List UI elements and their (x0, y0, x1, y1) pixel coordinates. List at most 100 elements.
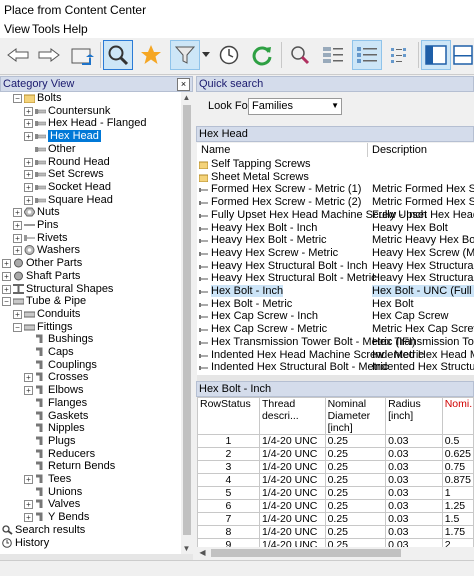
table-cell[interactable]: 6 (197, 499, 260, 513)
detail-view-icon[interactable] (352, 40, 382, 70)
compact-view-icon[interactable] (386, 40, 416, 70)
list-item[interactable]: Heavy Hex Screw - Metric Heavy Hex Screw … (197, 247, 474, 260)
list-item[interactable]: Heavy Hex Structural Bolt - Inch Heavy He… (197, 260, 474, 273)
back-arrow-icon[interactable] (3, 40, 33, 70)
expand-icon[interactable]: + (24, 195, 33, 205)
list-item[interactable]: Hex Bolt - Metric Hex Bolt (197, 298, 474, 311)
table-cell[interactable]: 1.25 (441, 499, 474, 513)
table-row[interactable]: 2 1/4-20 UNC 0.25 0.03 0.625 (197, 447, 474, 461)
table-cell[interactable]: 8 (197, 525, 260, 539)
tree-scrollbar[interactable]: ▲ ▼ (181, 92, 193, 554)
table-cell[interactable]: 1.5 (441, 512, 474, 526)
table-cell[interactable]: 1/4-20 UNC (258, 434, 326, 448)
table-cell[interactable]: 0.03 (385, 473, 443, 487)
expand-icon[interactable]: + (13, 233, 22, 243)
table-cell[interactable]: 0.5 (441, 434, 474, 448)
table-cell[interactable]: 2 (197, 447, 260, 461)
dropdown-arrow-icon[interactable] (199, 40, 213, 70)
expand-icon[interactable]: + (2, 259, 11, 269)
forward-arrow-icon[interactable] (34, 40, 64, 70)
expand-icon[interactable]: + (13, 246, 22, 256)
expand-icon[interactable]: + (24, 119, 33, 129)
table-cell[interactable]: 0.25 (324, 525, 387, 539)
search-icon[interactable] (103, 40, 133, 70)
expand-icon[interactable]: + (24, 132, 33, 142)
list-view-icon[interactable] (318, 40, 348, 70)
expand-icon[interactable]: + (13, 309, 22, 319)
folder-up-icon[interactable] (67, 40, 97, 70)
scroll-up-icon[interactable]: ▲ (181, 92, 192, 103)
expand-icon[interactable]: + (24, 475, 33, 484)
collapse-icon[interactable]: − (13, 94, 22, 103)
list-item[interactable]: Formed Hex Screw - Metric (2) Metric Form… (197, 196, 474, 209)
scroll-thumb[interactable] (183, 105, 191, 535)
table-cell[interactable]: 3 (197, 460, 260, 474)
list-item[interactable]: Heavy Hex Bolt - Metric Metric Heavy Hex … (197, 234, 474, 247)
table-row[interactable]: 4 1/4-20 UNC 0.25 0.03 0.875 (197, 473, 474, 487)
look-for-select[interactable]: Families ▼ (248, 98, 342, 115)
tree-pane-icon[interactable] (421, 40, 451, 70)
table-cell[interactable]: 0.25 (324, 486, 387, 500)
expand-icon[interactable]: + (24, 386, 33, 396)
table-row[interactable]: 3 1/4-20 UNC 0.25 0.03 0.75 (197, 460, 474, 474)
expand-icon[interactable]: + (13, 208, 22, 218)
expand-icon[interactable]: + (13, 221, 22, 230)
table-row[interactable]: 1 1/4-20 UNC 0.25 0.03 0.5 (197, 434, 474, 448)
table-cell[interactable]: 1/4-20 UNC (258, 499, 326, 513)
table-column-header[interactable]: Nominal Diameter [inch] (324, 397, 387, 435)
table-cell[interactable]: 1/4-20 UNC (258, 486, 326, 500)
expand-icon[interactable]: + (24, 182, 33, 192)
table-cell[interactable]: 1 (197, 434, 260, 448)
table-cell[interactable]: 0.25 (324, 499, 387, 513)
table-cell[interactable]: 7 (197, 512, 260, 526)
filter-icon[interactable] (170, 40, 200, 70)
table-cell[interactable]: 1/4-20 UNC (258, 447, 326, 461)
list-item[interactable]: Hex Transmission Tower Bolt - Metric (IF… (197, 336, 474, 349)
table-cell[interactable]: 0.25 (324, 434, 387, 448)
expand-icon[interactable]: + (24, 157, 33, 167)
table-cell[interactable]: 1.75 (441, 525, 474, 539)
expand-icon[interactable]: + (2, 284, 11, 294)
table-cell[interactable]: 1 (441, 486, 474, 500)
menu-tools[interactable]: Tools (32, 22, 60, 36)
table-column-header[interactable]: RowStatus (197, 397, 260, 435)
table-cell[interactable]: 0.75 (441, 460, 474, 474)
table-cell[interactable]: 0.03 (385, 512, 443, 526)
table-row[interactable]: 6 1/4-20 UNC 0.25 0.03 1.25 (197, 499, 474, 513)
collapse-icon[interactable]: − (13, 322, 22, 332)
list-item[interactable]: Heavy Hex Structural Bolt - Metric Heavy … (197, 272, 474, 285)
table-column-header[interactable]: Nomi... (441, 397, 474, 435)
table-cell[interactable]: 0.03 (385, 447, 443, 461)
expand-icon[interactable]: + (24, 106, 33, 116)
list-item[interactable]: Indented Hex Head Machine Screw - Metric… (197, 349, 474, 362)
list-item[interactable]: Hex Cap Screw - Inch Hex Cap Screw (197, 310, 474, 323)
close-icon[interactable]: × (177, 78, 190, 91)
table-cell[interactable]: 1/4-20 UNC (258, 460, 326, 474)
table-row[interactable]: 8 1/4-20 UNC 0.25 0.03 1.75 (197, 525, 474, 539)
table-cell[interactable]: 0.25 (324, 460, 387, 474)
table-hscrollbar[interactable]: ◀ (197, 547, 474, 559)
refresh-icon[interactable] (247, 40, 277, 70)
expand-icon[interactable]: + (24, 500, 33, 510)
column-name[interactable]: Name (201, 144, 230, 156)
table-cell[interactable]: 0.03 (385, 434, 443, 448)
expand-icon[interactable]: + (24, 170, 33, 180)
scroll-thumb[interactable] (211, 549, 401, 557)
table-cell[interactable]: 1/4-20 UNC (258, 525, 326, 539)
expand-icon[interactable]: + (24, 373, 33, 383)
table-cell[interactable]: 0.03 (385, 460, 443, 474)
list-item[interactable]: Self Tapping Screws (197, 158, 474, 171)
table-column-header[interactable]: Thread descri... (258, 397, 326, 435)
list-item[interactable]: Sheet Metal Screws (197, 171, 474, 184)
scroll-left-icon[interactable]: ◀ (197, 547, 208, 558)
list-item[interactable]: Fully Upset Hex Head Machine Screw - Inc… (197, 209, 474, 222)
list-item[interactable]: Indented Hex Structural Bolt - Metric Ind… (197, 361, 474, 374)
column-description[interactable]: Description (372, 144, 427, 156)
table-cell[interactable]: 0.03 (385, 525, 443, 539)
list-item[interactable]: Hex Cap Screw - Metric Metric Hex Cap Scr… (197, 323, 474, 336)
table-cell[interactable]: 0.875 (441, 473, 474, 487)
scroll-down-icon[interactable]: ▼ (181, 543, 192, 554)
table-row[interactable]: 5 1/4-20 UNC 0.25 0.03 1 (197, 486, 474, 500)
table-row[interactable]: 7 1/4-20 UNC 0.25 0.03 1.5 (197, 512, 474, 526)
history-clock-icon[interactable] (214, 40, 244, 70)
